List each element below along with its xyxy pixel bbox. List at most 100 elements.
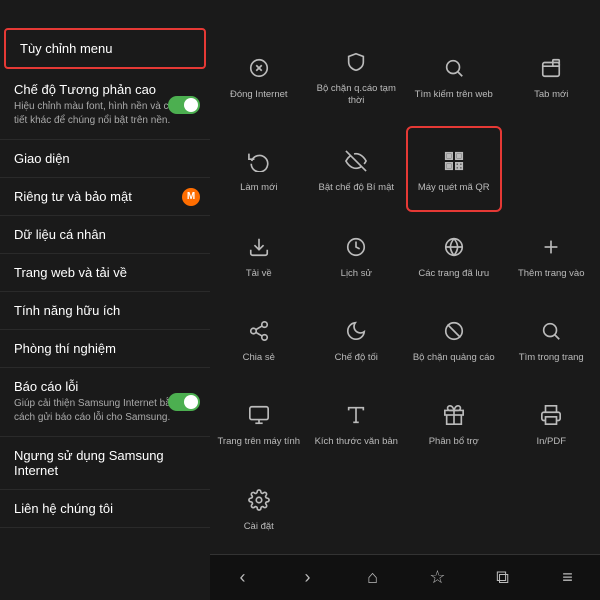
- in-pdf-label: In/PDF: [536, 436, 566, 448]
- lam-moi-icon: [242, 144, 276, 178]
- cai-dat-icon: [242, 483, 276, 517]
- in-pdf-icon: [534, 398, 568, 432]
- menu-item-label: Tính năng hữu ích: [14, 303, 196, 318]
- nav-tabs[interactable]: ⧉: [483, 558, 523, 598]
- grid-item-kich-thuoc-van-ban[interactable]: Kích thước văn bản: [308, 381, 406, 465]
- lam-moi-label: Làm mới: [240, 182, 277, 194]
- menu-item-label: Phòng thí nghiệm: [14, 341, 196, 356]
- phan-bo-tro-icon: [437, 398, 471, 432]
- menu-item-tuy-chinh-menu[interactable]: Tùy chỉnh menu: [4, 28, 206, 69]
- menu-item-label: Liên hệ chúng tôi: [14, 501, 196, 516]
- menu-item-trang-web-tai-ve[interactable]: Trang web và tải về: [0, 254, 210, 292]
- menu-item-label: Trang web và tải về: [14, 265, 196, 280]
- them-trang-vao-label: Thêm trang vào: [518, 268, 585, 280]
- menu-item-rieng-tu-bao-mat[interactable]: Riêng tư và bảo mậtM: [0, 178, 210, 216]
- grid-item-lam-moi[interactable]: Làm mới: [210, 125, 308, 213]
- bottom-nav: ‹ › ⌂ ☆ ⧉ ≡: [210, 554, 600, 600]
- bat-che-do-bi-mat-icon: [339, 144, 373, 178]
- menu-item-label: Ngưng sử dụng Samsung Internet: [14, 448, 196, 478]
- nav-bookmark[interactable]: ☆: [418, 558, 458, 598]
- grid-item-in-pdf[interactable]: In/PDF: [503, 381, 600, 465]
- trang-tren-may-tinh-icon: [242, 398, 276, 432]
- che-do-toi-icon: [339, 314, 373, 348]
- grid-item-che-do-toi[interactable]: Chế độ tối: [308, 297, 406, 381]
- menu-item-label: Chế độ Tương phản cao: [14, 82, 196, 97]
- tab-moi-icon: [534, 51, 568, 85]
- tim-trong-trang-label: Tìm trong trang: [519, 352, 584, 364]
- cai-dat-label: Cài đặt: [244, 521, 274, 533]
- left-panel: Tùy chỉnh menu Chế độ Tương phản caoHiệu …: [0, 0, 210, 600]
- grid-item-may-quet-ma-qr[interactable]: Máy quét mã QR: [406, 126, 502, 212]
- cac-trang-da-luu-label: Các trang đã lưu: [418, 268, 489, 280]
- bo-chan-quang-cao-label: Bộ chặn quảng cáo: [413, 352, 495, 364]
- grid-item-dong-internet[interactable]: Đóng Internet: [210, 28, 308, 125]
- kich-thuoc-van-ban-icon: [339, 398, 373, 432]
- bat-che-do-bi-mat-label: Bật chế độ Bí mật: [318, 182, 394, 194]
- toggle-bao-cao-loi[interactable]: [168, 393, 200, 411]
- badge-rieng-tu-bao-mat: M: [182, 188, 200, 206]
- menu-item-label: Báo cáo lỗi: [14, 379, 196, 394]
- grid-item-cai-dat[interactable]: Cài đặt: [210, 466, 308, 550]
- grid-item-trang-tren-may-tinh[interactable]: Trang trên máy tính: [210, 381, 308, 465]
- tim-kiem-web-icon: [437, 51, 471, 85]
- lich-su-label: Lịch sử: [341, 268, 372, 280]
- tab-moi-label: Tab mới: [534, 89, 568, 101]
- grid-item-placeholder1: [503, 125, 600, 213]
- phan-bo-tro-label: Phân bổ trợ: [429, 436, 479, 448]
- grid-item-bo-chan-quang-cao-tam[interactable]: Bộ chặn q.cáo tạm thời: [308, 28, 406, 125]
- cac-trang-da-luu-icon: [437, 230, 471, 264]
- trang-tren-may-tinh-label: Trang trên máy tính: [217, 436, 300, 448]
- right-header: [210, 0, 600, 24]
- grid-item-empty2: [405, 466, 503, 550]
- dong-internet-label: Đóng Internet: [230, 89, 288, 101]
- che-do-toi-label: Chế độ tối: [335, 352, 378, 364]
- tim-trong-trang-icon: [534, 314, 568, 348]
- grid-item-empty1: [308, 466, 406, 550]
- menu-item-lien-he[interactable]: Liên hệ chúng tôi: [0, 490, 210, 528]
- grid-item-lich-su[interactable]: Lịch sử: [308, 213, 406, 297]
- menu-item-du-lieu-ca-nhan[interactable]: Dữ liệu cá nhân: [0, 216, 210, 254]
- menu-item-label: Dữ liệu cá nhân: [14, 227, 196, 242]
- menu-list: Tùy chỉnh menu Chế độ Tương phản caoHiệu …: [0, 26, 210, 528]
- grid-item-tab-moi[interactable]: Tab mới: [503, 28, 600, 125]
- grid-item-them-trang-vao[interactable]: Thêm trang vào: [503, 213, 600, 297]
- grid-item-bo-chan-quang-cao[interactable]: Bộ chặn quảng cáo: [405, 297, 503, 381]
- menu-item-ngung-su-dung[interactable]: Ngưng sử dụng Samsung Internet: [0, 437, 210, 490]
- menu-item-phong-thi-nghiem[interactable]: Phòng thí nghiệm: [0, 330, 210, 368]
- may-quet-ma-qr-label: Máy quét mã QR: [418, 182, 490, 194]
- toggle-che-do-tuong-phan[interactable]: [168, 96, 200, 114]
- menu-item-bao-cao-loi[interactable]: Báo cáo lỗiGiúp cải thiện Samsung Intern…: [0, 368, 210, 437]
- tim-kiem-web-label: Tìm kiếm trên web: [415, 89, 493, 101]
- menu-item-label: Giao diện: [14, 151, 196, 166]
- chia-se-label: Chia sẻ: [243, 352, 275, 364]
- nav-home[interactable]: ⌂: [353, 558, 393, 598]
- kich-thuoc-van-ban-label: Kích thước văn bản: [315, 436, 398, 448]
- grid-item-bat-che-do-bi-mat[interactable]: Bật chế độ Bí mật: [308, 125, 406, 213]
- them-trang-vao-icon: [534, 230, 568, 264]
- grid-item-tim-kiem-web[interactable]: Tìm kiếm trên web: [405, 28, 503, 125]
- nav-menu[interactable]: ≡: [548, 558, 588, 598]
- grid-item-tim-trong-trang[interactable]: Tìm trong trang: [503, 297, 600, 381]
- left-header: [0, 0, 210, 26]
- chia-se-icon: [242, 314, 276, 348]
- menu-item-tinh-nang-huu-ich[interactable]: Tính năng hữu ích: [0, 292, 210, 330]
- nav-back[interactable]: ‹: [223, 558, 263, 598]
- grid-item-tai-ve[interactable]: Tải về: [210, 213, 308, 297]
- menu-item-label: Tùy chỉnh menu: [20, 41, 190, 56]
- nav-forward[interactable]: ›: [288, 558, 328, 598]
- bo-chan-quang-cao-tam-label: Bộ chặn q.cáo tạm thời: [313, 83, 401, 108]
- menu-grid: Đóng Internet Bộ chặn q.cáo tạm thời Tìm k…: [210, 24, 600, 554]
- dong-internet-icon: [242, 51, 276, 85]
- bo-chan-quang-cao-icon: [437, 314, 471, 348]
- grid-item-empty3: [503, 466, 600, 550]
- tai-ve-icon: [242, 230, 276, 264]
- grid-item-chia-se[interactable]: Chia sẻ: [210, 297, 308, 381]
- lich-su-icon: [339, 230, 373, 264]
- may-quet-ma-qr-icon: [437, 144, 471, 178]
- menu-item-label: Riêng tư và bảo mật: [14, 189, 196, 204]
- grid-item-cac-trang-da-luu[interactable]: Các trang đã lưu: [405, 213, 503, 297]
- menu-item-che-do-tuong-phan[interactable]: Chế độ Tương phản caoHiệu chỉnh màu font…: [0, 71, 210, 140]
- right-panel: Đóng Internet Bộ chặn q.cáo tạm thời Tìm k…: [210, 0, 600, 600]
- menu-item-giao-dien[interactable]: Giao diện: [0, 140, 210, 178]
- grid-item-phan-bo-tro[interactable]: Phân bổ trợ: [405, 381, 503, 465]
